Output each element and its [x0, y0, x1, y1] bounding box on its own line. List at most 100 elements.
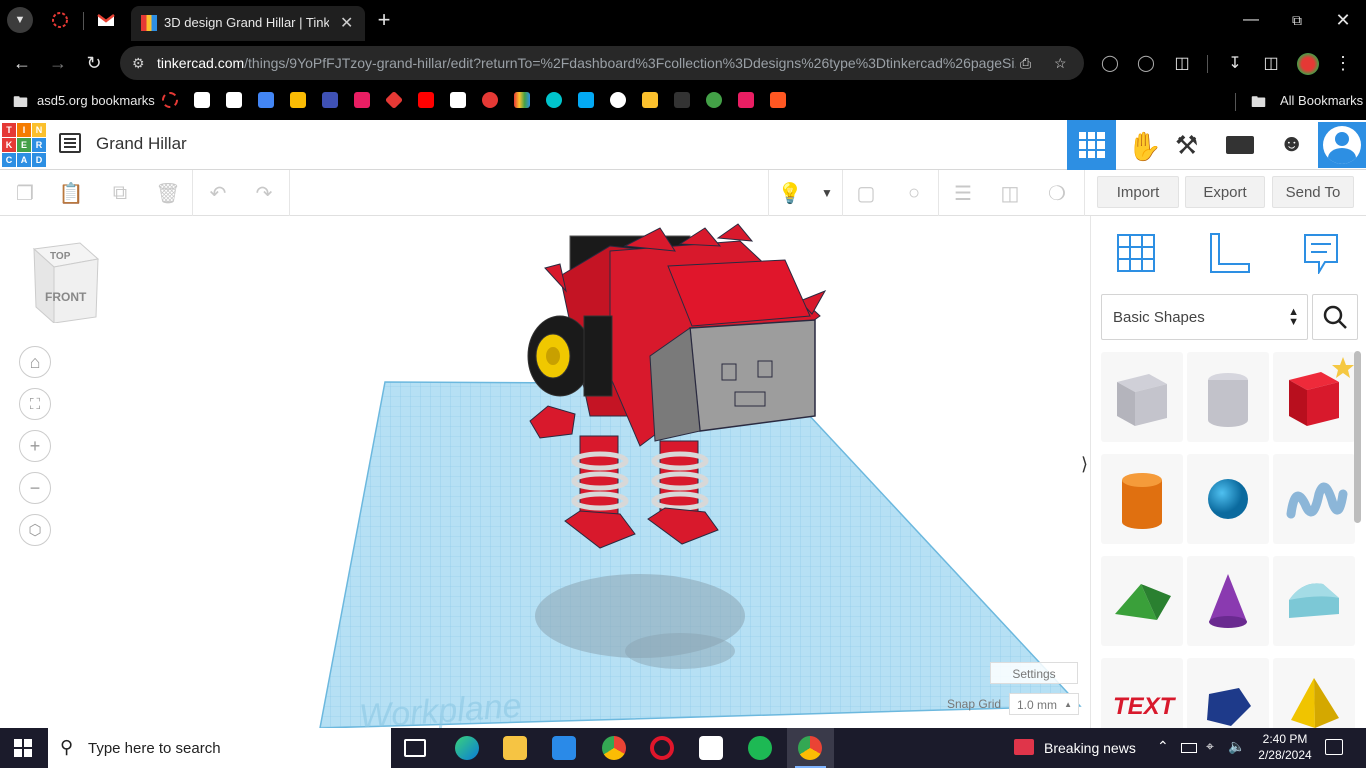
cruise-icon[interactable]: ❍	[1042, 178, 1072, 208]
back-icon[interactable]: ←	[9, 50, 35, 76]
settings-button[interactable]: Settings	[990, 662, 1078, 684]
bookmark-grid-icon[interactable]	[514, 92, 530, 108]
reload-icon[interactable]: ↻	[81, 50, 107, 76]
taskbar-search-box[interactable]: ⚲ Type here to search	[48, 728, 391, 768]
active-chrome-taskbar-button[interactable]	[787, 728, 834, 768]
forward-icon[interactable]: →	[45, 50, 71, 76]
windows-start-icon[interactable]	[14, 739, 32, 757]
minimize-icon[interactable]: —	[1238, 7, 1264, 33]
undo-icon[interactable]: ↶	[203, 178, 233, 208]
panel-collapse-button[interactable]: ⟩	[1081, 454, 1090, 494]
fit-view-icon[interactable]: ⛶	[19, 388, 51, 420]
design-list-icon[interactable]	[59, 133, 81, 153]
task-view-icon[interactable]	[404, 739, 426, 757]
group-icon[interactable]: ▢	[851, 178, 881, 208]
scribble-shape[interactable]	[1273, 454, 1355, 544]
spotify-icon[interactable]	[748, 736, 772, 760]
sphere-shape[interactable]	[1187, 454, 1269, 544]
notes-tool-icon[interactable]	[1301, 232, 1341, 276]
tab-search-icon[interactable]: ▼	[7, 7, 33, 33]
bookmark-docs-icon[interactable]	[258, 92, 274, 108]
3d-view-button[interactable]	[1067, 120, 1116, 170]
ruler-tool-icon[interactable]	[1207, 232, 1251, 274]
user-avatar[interactable]	[1318, 122, 1366, 168]
snap-grid-select[interactable]: 1.0 mm ▲	[1009, 693, 1079, 715]
lightbulb-dropdown-icon[interactable]: ▼	[812, 178, 842, 208]
pyramid-shape[interactable]	[1273, 658, 1355, 728]
orange-cylinder-shape[interactable]	[1101, 454, 1183, 544]
close-tab-icon[interactable]: ✕	[340, 13, 353, 33]
bookmark-diamond-icon[interactable]	[384, 90, 404, 110]
export-button[interactable]: Export	[1185, 176, 1265, 208]
bricks-view-icon[interactable]: ⚒	[1175, 130, 1198, 161]
sim-lab-icon[interactable]	[1226, 136, 1254, 154]
bookmark-arrow-icon[interactable]	[770, 92, 786, 108]
bookmark-amazon-icon[interactable]	[450, 92, 466, 108]
mirror-icon[interactable]: ◫	[995, 178, 1025, 208]
news-widget[interactable]: Breaking news	[1010, 728, 1150, 768]
solitaire-icon[interactable]	[699, 736, 723, 760]
lightbulb-icon[interactable]: 💡	[775, 178, 805, 208]
import-button[interactable]: Import	[1097, 176, 1179, 208]
mail-icon[interactable]	[552, 736, 576, 760]
roof-shape[interactable]	[1101, 556, 1183, 646]
bookmark-t-icon[interactable]	[482, 92, 498, 108]
align-icon[interactable]: ☰	[948, 178, 978, 208]
notifications-icon[interactable]	[1325, 739, 1343, 755]
add-user-icon[interactable]: ☻	[1279, 130, 1304, 158]
new-tab-icon[interactable]: +	[371, 7, 397, 33]
bookmark-canva-icon[interactable]	[546, 92, 562, 108]
clock[interactable]: 2:40 PM 2/28/2024	[1252, 731, 1318, 765]
duplicate-icon[interactable]: ⧉	[105, 178, 135, 208]
wifi-icon[interactable]: ⌖	[1206, 738, 1214, 755]
red-box-shape[interactable]	[1273, 352, 1355, 442]
shield-extension-icon[interactable]: ◯	[1097, 50, 1123, 76]
bookmark-slides-icon[interactable]	[290, 92, 306, 108]
bookmark-youtube-icon[interactable]	[418, 92, 434, 108]
text-shape[interactable]: TEXT	[1101, 658, 1183, 728]
delete-icon[interactable]: 🗑	[153, 178, 183, 208]
extensions-puzzle-icon[interactable]: ◫	[1169, 50, 1195, 76]
paste-icon[interactable]: 📋	[56, 178, 86, 208]
gmail-tab-icon[interactable]	[93, 7, 119, 33]
send-to-button[interactable]: Send To	[1272, 176, 1354, 208]
chrome-taskbar-icon[interactable]	[602, 736, 626, 760]
bookmark-classroom-icon[interactable]	[226, 92, 242, 108]
pinned-tab-icon[interactable]	[47, 7, 73, 33]
active-tab[interactable]: 3D design Grand Hillar | Tinkerc ✕	[131, 6, 365, 41]
edge-icon[interactable]	[455, 736, 479, 760]
cone-shape[interactable]	[1187, 556, 1269, 646]
bookmark-1-icon[interactable]	[162, 92, 178, 108]
close-window-icon[interactable]: ✕	[1330, 7, 1356, 33]
tinkercad-logo[interactable]: T I N K E R C A D	[2, 123, 46, 167]
site-info-icon[interactable]: ⚙	[132, 46, 145, 80]
bookmark-gmail-icon[interactable]	[194, 92, 210, 108]
bookmark-c-icon[interactable]	[322, 92, 338, 108]
file-explorer-icon[interactable]	[503, 736, 527, 760]
box-shape[interactable]	[1101, 352, 1183, 442]
search-shapes-icon[interactable]	[1312, 294, 1358, 340]
home-view-icon[interactable]: ⌂	[19, 346, 51, 378]
install-app-icon[interactable]: ⎙	[1016, 46, 1036, 80]
panel-scrollbar[interactable]	[1354, 351, 1361, 523]
zoom-in-icon[interactable]: +	[19, 430, 51, 462]
profile-avatar[interactable]	[1297, 53, 1319, 75]
workplane-viewport[interactable]: Workplane TOP FRONT ⌂ ⛶ + − ⬡ Settings S…	[0, 216, 1090, 728]
url-bar[interactable]: ⚙ tinkercad.com/things/9YoPfFJTzoy-grand…	[120, 46, 1084, 80]
restore-icon[interactable]: ⧉	[1284, 7, 1310, 33]
zoom-out-icon[interactable]: −	[19, 472, 51, 504]
tray-chevron-icon[interactable]: ⌃	[1157, 738, 1169, 755]
bookmark-n-icon[interactable]	[354, 92, 370, 108]
blocks-view-icon[interactable]: ✋	[1127, 130, 1162, 163]
bookmark-google-icon[interactable]	[610, 92, 626, 108]
bookmark-photo-icon[interactable]	[642, 92, 658, 108]
shape-category-select[interactable]: Basic Shapes ▲ ▼	[1101, 294, 1308, 340]
copy-icon[interactable]: ❐	[10, 178, 40, 208]
side-panel-icon[interactable]: ◫	[1258, 50, 1284, 76]
opera-icon[interactable]	[650, 736, 674, 760]
bookmark-b-icon[interactable]	[578, 92, 594, 108]
volume-icon[interactable]: 🔈	[1228, 738, 1245, 755]
polygon-shape[interactable]	[1187, 658, 1269, 728]
view-cube[interactable]: TOP FRONT	[32, 241, 100, 325]
perspective-icon[interactable]: ⬡	[19, 514, 51, 546]
